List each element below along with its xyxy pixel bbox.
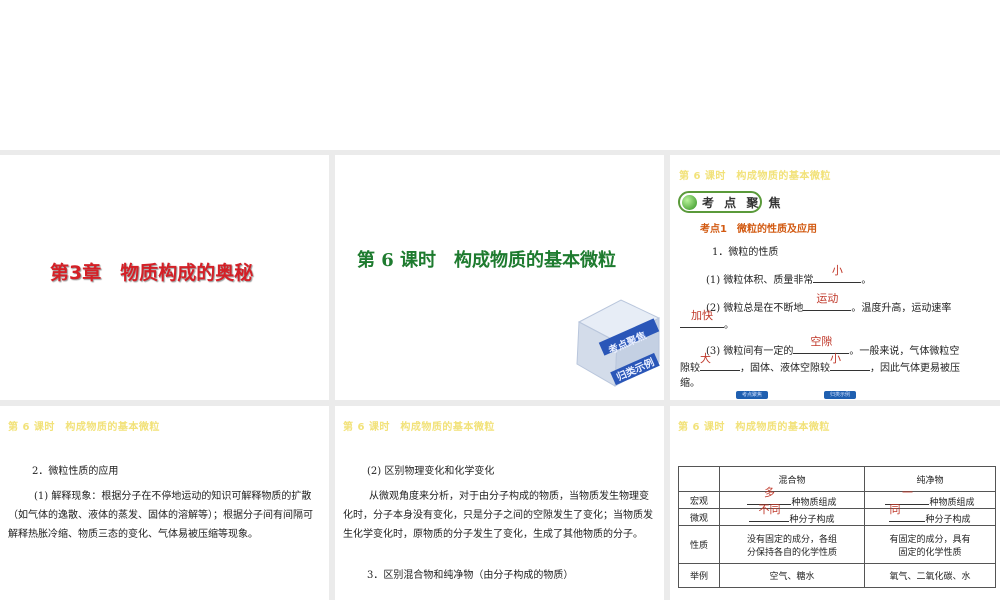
answer-blank: 同 <box>889 503 926 522</box>
section-heading: 2．微粒性质的应用 <box>32 466 119 477</box>
slide-header: 第 6 课时 构成物质的基本微粒 <box>679 171 831 182</box>
table-cell: 不同 种分子构成 <box>719 503 865 526</box>
table-cell: 没有固定的成分，各组 分保持各自的化学性质 <box>719 525 865 564</box>
answer-text: 多 <box>763 486 775 499</box>
badge-label: 考 点 聚 焦 <box>702 196 784 210</box>
table-row: 混合物 纯净物 <box>678 466 996 492</box>
answer-blank: 加快 <box>680 309 724 328</box>
table-row: 举例 空气、糖水 氧气、二氧化碳、水 <box>678 563 996 588</box>
table-row: 宏观 多种物质组成 一种物质组成 <box>678 486 996 509</box>
answer-text: 小 <box>831 264 843 277</box>
answer-text: 小 <box>830 352 841 365</box>
blank-top-area <box>0 0 1000 150</box>
nav-examples-button[interactable]: 归类示例 <box>824 391 856 399</box>
line5-pre: 隙较 <box>680 363 700 374</box>
item-heading: 1．微粒的性质 <box>712 247 779 258</box>
table-cell: 氧气、二氧化碳、水 <box>864 563 996 588</box>
text-line-3: 加快。 <box>680 309 734 334</box>
answer-blank: 小 <box>813 264 862 283</box>
row-label: 宏观 <box>678 491 720 509</box>
text-line-6: 缩。 <box>680 378 700 389</box>
slide-chapter-title[interactable]: 第3章 物质构成的奥秘 <box>0 155 329 400</box>
table-row: 微观 不同 种分子构成 同种分子构成 <box>678 503 996 526</box>
answer-text: 运动 <box>816 292 839 305</box>
answer-text: 不同 <box>758 503 781 516</box>
answer-text: 大 <box>700 352 711 365</box>
key-point-title: 考点1 微粒的性质及应用 <box>700 224 817 235</box>
answer-text: 同 <box>889 503 901 516</box>
cell-text: 种物质组成 <box>791 498 837 508</box>
answer-blank: 大 <box>700 352 740 371</box>
line5-post: ，因此气体更易被压 <box>870 363 960 374</box>
comparison-table: 混合物 纯净物 宏观 多种物质组成 一种物质组成 微观 不同 种分子构成 同种分子… <box>678 466 996 588</box>
paragraph: (1) 解释现象：根据分子在不停地运动的知识可解释物质的扩散（如气体的逸散、液体… <box>8 491 313 540</box>
slide-header: 第 6 课时 构成物质的基本微粒 <box>678 422 830 433</box>
slide-header: 第 6 课时 构成物质的基本微粒 <box>8 422 160 433</box>
table-cell: 多种物质组成 <box>719 486 865 509</box>
text-line-2: (2) 微粒总是在不断地 运动 。温度升高，运动速率 <box>706 292 952 317</box>
answer-text: 空隙 <box>810 335 833 348</box>
row-label: 微观 <box>678 508 720 526</box>
cell-text: 分保持各自的化学性质 <box>746 547 837 558</box>
item-heading: 3．区别混合物和纯净物（由分子构成的物质） <box>367 570 574 581</box>
line2-post: 。温度升高，运动速率 <box>851 303 952 314</box>
slide-lesson-title[interactable]: 第 6 课时 构成物质的基本微粒 考点聚焦 归类示例 <box>335 155 664 400</box>
cell-text: 有固定的成分，具有 <box>889 534 971 545</box>
answer-blank: 运动 <box>803 292 852 311</box>
cube-graphic: 考点聚焦 归类示例 <box>576 299 661 387</box>
chapter-title: 第3章 物质构成的奥秘 <box>50 262 254 284</box>
line5-mid: ，固体、液体空隙较 <box>740 363 830 374</box>
slide-comparison-table[interactable]: 第 6 课时 构成物质的基本微粒 混合物 纯净物 宏观 多种物质组成 一种物质组… <box>670 406 1000 600</box>
slide-header: 第 6 课时 构成物质的基本微粒 <box>343 422 495 433</box>
answer-blank: 小 <box>830 352 870 371</box>
table-cell <box>678 466 720 492</box>
cell-text: 固定的化学性质 <box>898 547 962 558</box>
line1-post: 。 <box>861 275 872 286</box>
cell-text: 种物质组成 <box>929 498 975 508</box>
text-line-1: (1) 微粒体积、质量非常 小。 <box>706 264 872 289</box>
section-heading: (2) 区别物理变化和化学变化 <box>367 466 495 477</box>
cell-text: 种分子构成 <box>925 515 971 525</box>
lesson-title: 第 6 课时 构成物质的基本微粒 <box>357 250 617 271</box>
cell-text: 没有固定的成分，各组 <box>746 534 837 545</box>
table-cell: 有固定的成分，具有 固定的化学性质 <box>864 525 996 564</box>
slide-physical-chemical[interactable]: 第 6 课时 构成物质的基本微粒 (2) 区别物理变化和化学变化 从微观角度来分… <box>335 406 664 600</box>
green-ball-icon <box>682 195 697 210</box>
text-line-5: 隙较大 ，固体、液体空隙较小 ，因此气体更易被压 <box>680 352 960 377</box>
paragraph: 从微观角度来分析，对于由分子构成的物质，当物质发生物理变化时，分子本身没有变化，… <box>343 491 653 540</box>
table-cell: 一种物质组成 <box>864 486 996 509</box>
table-cell: 同种分子构成 <box>864 503 996 526</box>
slide-application[interactable]: 第 6 课时 构成物质的基本微粒 2．微粒性质的应用 (1) 解释现象：根据分子… <box>0 406 329 600</box>
column-header: 纯净物 <box>864 466 996 492</box>
key-points-badge: 考 点 聚 焦 <box>678 191 781 213</box>
table-cell: 空气、糖水 <box>719 563 865 588</box>
cell-text: 种分子构成 <box>789 515 835 525</box>
answer-text: 加快 <box>691 309 713 322</box>
nav-key-points-button[interactable]: 考点聚焦 <box>736 391 768 399</box>
line1-pre: (1) 微粒体积、质量非常 <box>706 275 814 286</box>
slide-key-points[interactable]: 第 6 课时 构成物质的基本微粒 考 点 聚 焦 考点1 微粒的性质及应用 1．… <box>670 155 1000 400</box>
row-label: 举例 <box>678 563 720 588</box>
row-label: 性质 <box>678 525 720 564</box>
line3-post: 。 <box>724 320 734 331</box>
column-header: 混合物 <box>719 466 865 492</box>
answer-text: 一 <box>901 486 913 499</box>
answer-blank: 不同 <box>749 503 790 522</box>
table-row: 性质 没有固定的成分，各组 分保持各自的化学性质 有固定的成分，具有 固定的化学性质 <box>678 525 996 564</box>
